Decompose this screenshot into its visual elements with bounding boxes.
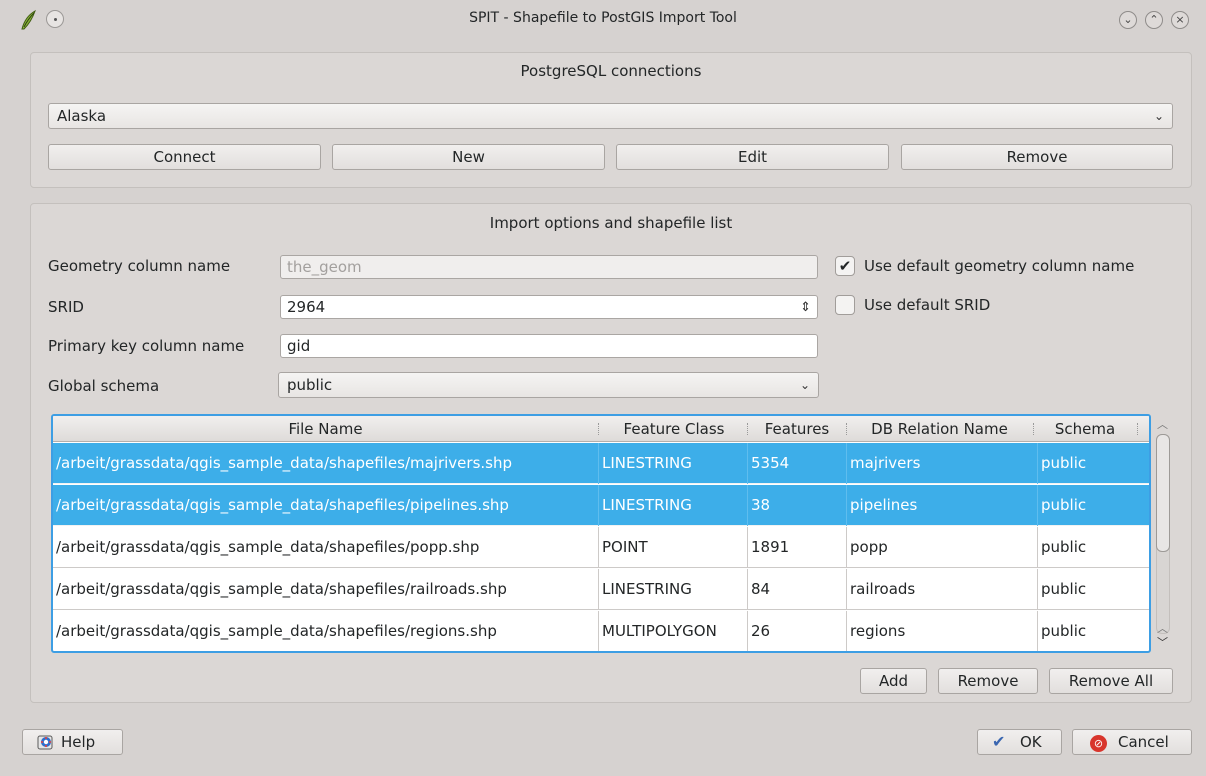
cell-features: 1891 [747, 527, 846, 568]
checkmark-icon: ✔ [838, 257, 852, 275]
cell-feature-class: LINESTRING [598, 443, 747, 484]
cell-db-relation: pipelines [846, 485, 1033, 526]
table-header: File Name Feature Class Features DB Rela… [53, 416, 1149, 442]
geometry-column-field[interactable]: the_geom [280, 255, 818, 279]
chevron-down-icon: ⌄ [799, 378, 810, 392]
connections-group-title: PostgreSQL connections [520, 62, 702, 80]
window-title: SPIT - Shapefile to PostGIS Import Tool [469, 10, 737, 26]
connect-button[interactable]: Connect [48, 144, 321, 170]
scrollbar-thumb[interactable] [1156, 434, 1170, 552]
table-row[interactable]: /arbeit/grassdata/qgis_sample_data/shape… [53, 527, 1149, 568]
remove-all-button[interactable]: Remove All [1049, 668, 1173, 694]
use-default-geometry-label: Use default geometry column name [864, 257, 1135, 275]
title-bar: SPIT - Shapefile to PostGIS Import Tool … [0, 0, 1206, 40]
use-default-srid-label: Use default SRID [864, 296, 991, 314]
cell-feature-class: LINESTRING [598, 569, 747, 610]
header-separator [1137, 423, 1139, 435]
column-header-feature-class[interactable]: Feature Class [601, 416, 747, 442]
cell-file-name: /arbeit/grassdata/qgis_sample_data/shape… [56, 538, 480, 556]
add-shapefile-button[interactable]: Add [860, 668, 927, 694]
table-row[interactable]: /arbeit/grassdata/qgis_sample_data/shape… [53, 485, 1149, 526]
cell-db-relation: regions [846, 611, 1033, 651]
table-row[interactable]: /arbeit/grassdata/qgis_sample_data/shape… [53, 611, 1149, 651]
new-connection-button[interactable]: New [332, 144, 605, 170]
cancel-button[interactable]: ⊘ Cancel [1072, 729, 1192, 755]
use-default-srid-checkbox[interactable] [835, 295, 855, 315]
scroll-down-icon[interactable]: ﹀ [1157, 634, 1168, 650]
checkmark-icon: ✔ [992, 732, 1006, 751]
import-options-group-title: Import options and shapefile list [489, 214, 733, 232]
primary-key-field[interactable]: gid [280, 334, 818, 358]
scroll-up-icon[interactable]: ︿ [1157, 416, 1168, 432]
use-default-geometry-checkbox[interactable]: ✔ [835, 256, 855, 276]
cancel-button-label: Cancel [1118, 733, 1169, 751]
column-header-features[interactable]: Features [749, 416, 845, 442]
remove-connection-button[interactable]: Remove [901, 144, 1173, 170]
cell-features: 5354 [747, 443, 846, 484]
cell-schema: public [1037, 527, 1149, 568]
cell-schema: public [1037, 611, 1149, 651]
help-button-label: Help [61, 733, 96, 751]
geometry-column-label: Geometry column name [48, 257, 231, 275]
global-schema-label: Global schema [48, 377, 160, 395]
chevron-down-icon: ⌄ [1153, 109, 1164, 123]
table-vertical-scrollbar[interactable]: ︿ ︿ ﹀ [1153, 414, 1175, 653]
cell-db-relation: railroads [846, 569, 1033, 610]
primary-key-label: Primary key column name [48, 337, 245, 355]
cell-feature-class: MULTIPOLYGON [598, 611, 747, 651]
spin-arrows-icon[interactable]: ⇕ [800, 297, 811, 319]
connection-select[interactable]: Alaska ⌄ [48, 103, 1173, 129]
cell-schema: public [1037, 443, 1149, 484]
ok-button[interactable]: ✔ OK [977, 729, 1062, 755]
cell-feature-class: LINESTRING [598, 485, 747, 526]
global-schema-value: public [287, 376, 333, 394]
column-header-db-relation[interactable]: DB Relation Name [848, 416, 1031, 442]
cell-file-name: /arbeit/grassdata/qgis_sample_data/shape… [56, 496, 509, 514]
column-header-schema[interactable]: Schema [1035, 416, 1135, 442]
cell-feature-class: POINT [598, 527, 747, 568]
global-schema-select[interactable]: public ⌄ [278, 372, 819, 398]
cell-features: 84 [747, 569, 846, 610]
connection-select-value: Alaska [57, 107, 107, 125]
minimize-icon[interactable]: ⌄ [1119, 11, 1137, 29]
srid-spinbox[interactable]: 2964 ⇕ [280, 295, 818, 319]
help-icon [37, 735, 53, 750]
cell-schema: public [1037, 569, 1149, 610]
cell-file-name: /arbeit/grassdata/qgis_sample_data/shape… [56, 454, 512, 472]
remove-shapefile-button[interactable]: Remove [938, 668, 1038, 694]
edit-connection-button[interactable]: Edit [616, 144, 889, 170]
maximize-icon[interactable]: ⌃ [1145, 11, 1163, 29]
cell-features: 26 [747, 611, 846, 651]
cell-features: 38 [747, 485, 846, 526]
help-button[interactable]: Help [22, 729, 123, 755]
cell-file-name: /arbeit/grassdata/qgis_sample_data/shape… [56, 622, 497, 640]
cell-db-relation: majrivers [846, 443, 1033, 484]
srid-value: 2964 [287, 298, 326, 316]
header-separator [598, 423, 600, 435]
srid-label: SRID [48, 298, 84, 316]
shapefile-table[interactable]: File Name Feature Class Features DB Rela… [51, 414, 1151, 653]
column-header-file-name[interactable]: File Name [53, 416, 598, 442]
close-icon[interactable]: × [1171, 11, 1189, 29]
cell-db-relation: popp [846, 527, 1033, 568]
cancel-icon: ⊘ [1090, 735, 1107, 752]
cell-file-name: /arbeit/grassdata/qgis_sample_data/shape… [56, 580, 507, 598]
cell-schema: public [1037, 485, 1149, 526]
table-row[interactable]: /arbeit/grassdata/qgis_sample_data/shape… [53, 569, 1149, 610]
ok-button-label: OK [1020, 733, 1042, 751]
table-row[interactable]: /arbeit/grassdata/qgis_sample_data/shape… [53, 443, 1149, 484]
